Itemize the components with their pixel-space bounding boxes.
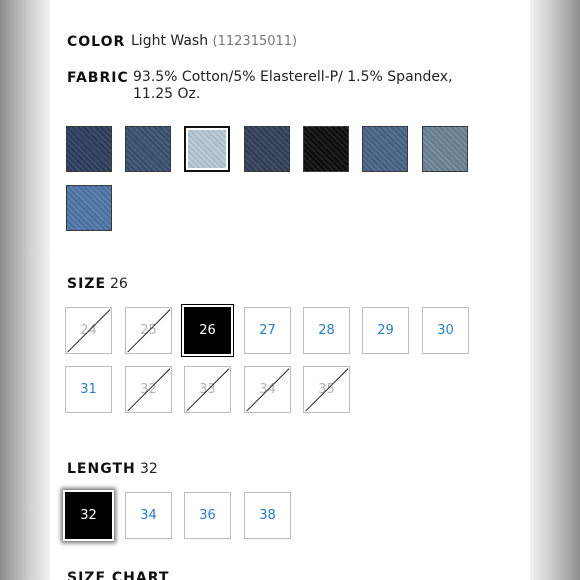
size-option[interactable]: 28 — [303, 307, 350, 354]
size-option[interactable]: 34 — [244, 366, 291, 413]
size-option[interactable]: 32 — [125, 366, 172, 413]
size-option[interactable]: 33 — [184, 366, 231, 413]
color-label: COLOR — [67, 34, 126, 50]
size-label: SIZE — [67, 276, 107, 292]
length-label: LENGTH — [67, 461, 136, 477]
fabric-line-2: 11.25 Oz. — [133, 86, 201, 102]
background-right — [530, 0, 580, 580]
color-name: Light Wash — [131, 33, 209, 49]
length-option[interactable]: 32 — [65, 492, 112, 539]
size-option[interactable]: 30 — [422, 307, 469, 354]
size-option[interactable]: 31 — [65, 366, 112, 413]
size-option[interactable]: 29 — [362, 307, 409, 354]
background-left — [0, 0, 50, 580]
length-value: 32 — [140, 461, 158, 477]
swatch-medium-dark-wash[interactable] — [125, 126, 171, 172]
swatch-indigo-wash[interactable] — [244, 126, 290, 172]
size-option[interactable]: 27 — [244, 307, 291, 354]
fabric-line-1: 93.5% Cotton/5% Elasterell-P/ 1.5% Spand… — [133, 69, 453, 85]
size-option[interactable]: 26 — [184, 307, 231, 354]
swatch-bright-medium-wash[interactable] — [66, 185, 112, 231]
swatch-medium-wash[interactable] — [362, 126, 408, 172]
swatch-dark-wash[interactable] — [66, 126, 112, 172]
swatch-grey-blue-wash[interactable] — [422, 126, 468, 172]
fabric-label: FABRIC — [67, 70, 129, 86]
color-value: Light Wash (112315011) — [131, 33, 297, 49]
size-chart-link[interactable]: SIZE CHART — [67, 570, 169, 580]
swatch-light-wash[interactable] — [184, 126, 230, 172]
color-code: (112315011) — [212, 34, 298, 49]
size-option[interactable]: 35 — [303, 366, 350, 413]
size-option[interactable]: 25 — [125, 307, 172, 354]
swatch-black[interactable] — [303, 126, 349, 172]
length-option[interactable]: 34 — [125, 492, 172, 539]
length-option[interactable]: 38 — [244, 492, 291, 539]
length-option[interactable]: 36 — [184, 492, 231, 539]
product-options-panel: COLOR Light Wash (112315011) FABRIC 93.5… — [50, 0, 530, 580]
size-option[interactable]: 24 — [65, 307, 112, 354]
size-value: 26 — [110, 276, 128, 292]
